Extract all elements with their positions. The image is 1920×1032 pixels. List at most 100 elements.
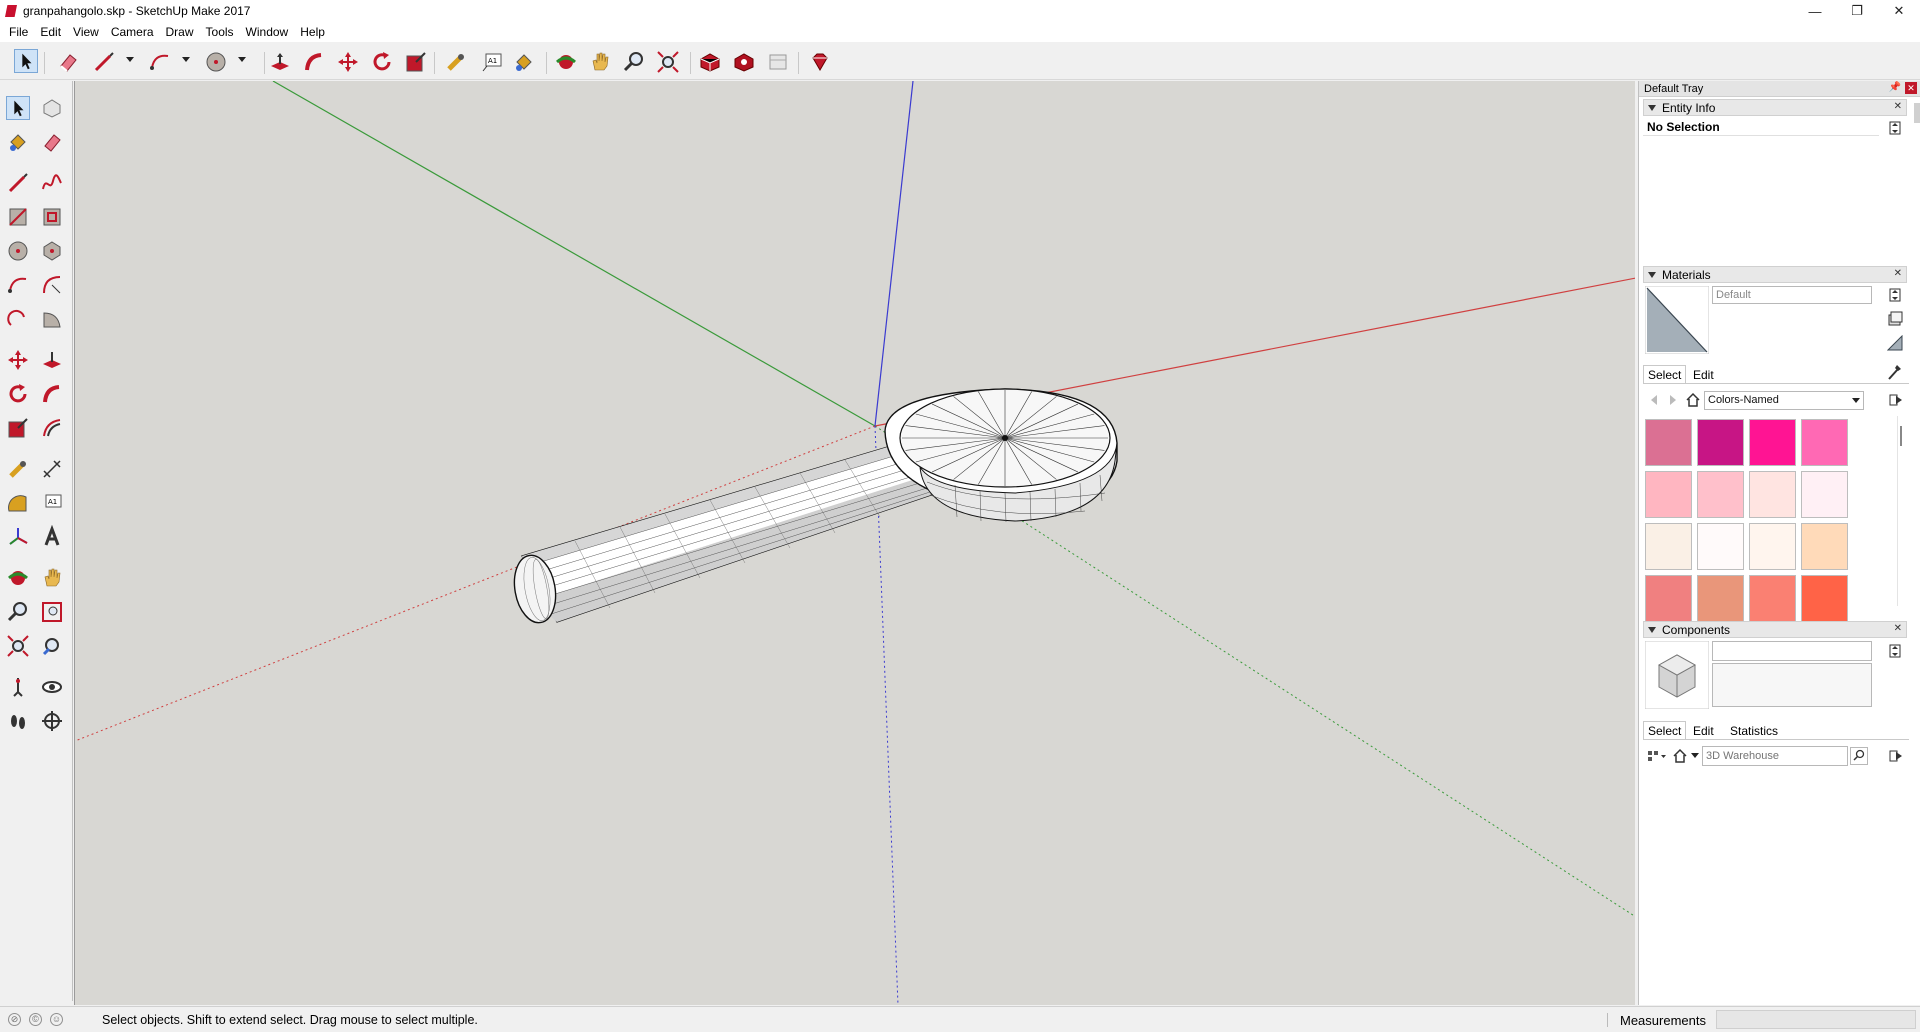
view-options-icon[interactable] xyxy=(1647,748,1667,764)
model-canvas[interactable] xyxy=(75,81,1635,1005)
protractor-icon[interactable] xyxy=(6,491,30,515)
push-pull-icon[interactable] xyxy=(40,348,64,372)
shape-dropdown-icon[interactable] xyxy=(238,57,246,62)
three-point-arc-icon[interactable] xyxy=(6,307,30,331)
material-name-field[interactable]: Default xyxy=(1712,286,1872,304)
pie-icon[interactable] xyxy=(40,307,64,331)
orbit-icon[interactable] xyxy=(554,50,578,74)
freehand-icon[interactable] xyxy=(40,171,64,195)
collapse-triangle-icon[interactable] xyxy=(1648,104,1656,111)
details-toggle-icon[interactable] xyxy=(1889,644,1901,658)
offset-icon[interactable] xyxy=(40,416,64,440)
material-swatch[interactable] xyxy=(1697,419,1744,466)
component-description-field[interactable] xyxy=(1712,663,1872,707)
zoom-extents-icon[interactable] xyxy=(6,634,30,658)
paint-bucket-icon[interactable] xyxy=(512,50,536,74)
material-swatch[interactable] xyxy=(1801,575,1848,622)
menu-camera[interactable]: Camera xyxy=(105,22,160,42)
menu-edit[interactable]: Edit xyxy=(34,22,67,42)
tray-scrollbar[interactable] xyxy=(1914,103,1920,123)
zoom-extents-icon[interactable] xyxy=(656,50,680,74)
dimension-icon[interactable] xyxy=(40,457,64,481)
materials-tab-edit[interactable]: Edit xyxy=(1689,366,1718,384)
text-icon[interactable]: A1 xyxy=(40,491,64,515)
panel-close-icon[interactable]: ✕ xyxy=(1894,268,1902,279)
materials-header[interactable]: Materials ✕ xyxy=(1643,266,1907,283)
paint-bucket-icon[interactable] xyxy=(6,130,30,154)
eraser-icon[interactable] xyxy=(56,50,80,74)
select-icon[interactable] xyxy=(14,49,38,73)
handle-cylinder[interactable] xyxy=(509,442,932,626)
layout-icon[interactable] xyxy=(766,50,790,74)
material-swatch[interactable] xyxy=(1645,471,1692,518)
tape-measure-icon[interactable] xyxy=(6,457,30,481)
material-swatch[interactable] xyxy=(1697,471,1744,518)
measurements-input[interactable] xyxy=(1716,1010,1916,1029)
scale-icon[interactable] xyxy=(6,416,30,440)
home-icon[interactable] xyxy=(1685,392,1701,408)
geolocation-icon[interactable]: ⊘ xyxy=(8,1013,21,1026)
home-icon[interactable] xyxy=(1672,748,1688,764)
zoom-icon[interactable] xyxy=(622,50,646,74)
look-around-icon[interactable] xyxy=(40,675,64,699)
pan-icon[interactable] xyxy=(40,566,64,590)
details-toggle-icon[interactable] xyxy=(1889,121,1901,135)
arc-icon[interactable] xyxy=(148,50,172,74)
material-swatch[interactable] xyxy=(1801,523,1848,570)
sample-paint-icon[interactable] xyxy=(1887,363,1903,381)
component-name-field[interactable] xyxy=(1712,641,1872,661)
close-button[interactable]: ✕ xyxy=(1878,0,1920,22)
follow-me-icon[interactable] xyxy=(40,382,64,406)
minimize-button[interactable]: — xyxy=(1794,0,1836,22)
scale-icon[interactable] xyxy=(404,50,428,74)
section-plane-icon[interactable] xyxy=(40,709,64,733)
material-swatch[interactable] xyxy=(1801,471,1848,518)
rectangle-icon[interactable] xyxy=(6,205,30,229)
menu-file[interactable]: File xyxy=(3,22,34,42)
entity-info-header[interactable]: Entity Info ✕ xyxy=(1643,99,1907,116)
create-material-icon[interactable] xyxy=(1887,311,1903,327)
position-camera-icon[interactable] xyxy=(6,675,30,699)
details-arrow-icon[interactable] xyxy=(1889,749,1903,763)
circle-icon[interactable] xyxy=(6,239,30,263)
panel-close-icon[interactable]: ✕ xyxy=(1894,623,1902,634)
pin-icon[interactable]: 📌 xyxy=(1889,82,1901,93)
chevron-down-icon[interactable] xyxy=(1691,753,1699,758)
swatch-scrollbar-track[interactable] xyxy=(1897,416,1905,606)
chevron-down-icon[interactable] xyxy=(1852,398,1860,403)
material-swatch[interactable] xyxy=(1801,419,1848,466)
rotate-icon[interactable] xyxy=(6,382,30,406)
arc-icon[interactable] xyxy=(6,273,30,297)
details-arrow-icon[interactable] xyxy=(1889,393,1903,407)
eraser-icon[interactable] xyxy=(40,130,64,154)
menu-draw[interactable]: Draw xyxy=(160,22,200,42)
pan-icon[interactable] xyxy=(588,50,612,74)
3d-warehouse-icon[interactable] xyxy=(698,50,722,74)
materials-tab-select[interactable]: Select xyxy=(1643,365,1687,383)
extension-warehouse-icon[interactable] xyxy=(732,50,756,74)
text-icon[interactable]: A1 xyxy=(480,50,504,74)
make-component-icon[interactable] xyxy=(40,96,64,120)
components-tab-edit[interactable]: Edit xyxy=(1689,722,1718,740)
line-icon[interactable] xyxy=(6,171,30,195)
zoom-icon[interactable] xyxy=(6,600,30,624)
components-tab-statistics[interactable]: Statistics xyxy=(1726,722,1782,740)
menu-window[interactable]: Window xyxy=(240,22,295,42)
arc-dropdown-icon[interactable] xyxy=(182,57,190,62)
move-icon[interactable] xyxy=(336,50,360,74)
two-point-arc-icon[interactable] xyxy=(40,273,64,297)
material-swatch[interactable] xyxy=(1749,575,1796,622)
material-swatch[interactable] xyxy=(1749,419,1796,466)
orbit-icon[interactable] xyxy=(6,566,30,590)
3d-text-icon[interactable] xyxy=(40,525,64,549)
rotated-rectangle-icon[interactable] xyxy=(40,205,64,229)
material-swatch[interactable] xyxy=(1645,419,1692,466)
swatch-scrollbar-thumb[interactable] xyxy=(1900,426,1902,446)
default-material-icon[interactable] xyxy=(1887,335,1903,351)
move-icon[interactable] xyxy=(6,348,30,372)
walk-icon[interactable] xyxy=(6,709,30,733)
details-toggle-icon[interactable] xyxy=(1889,288,1901,302)
collapse-triangle-icon[interactable] xyxy=(1648,271,1656,278)
components-tab-select[interactable]: Select xyxy=(1643,721,1687,739)
forward-arrow-icon[interactable] xyxy=(1666,393,1680,407)
